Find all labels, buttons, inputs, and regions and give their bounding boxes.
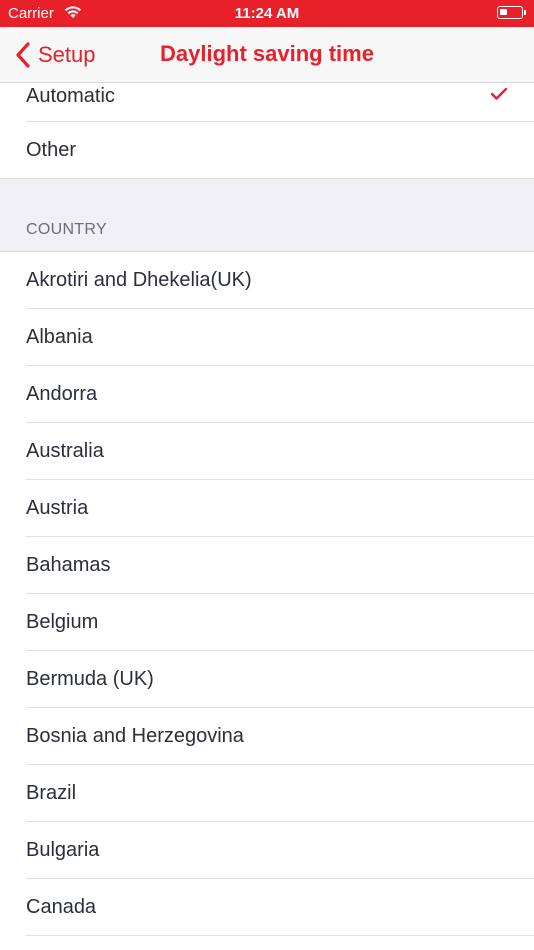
country-row[interactable]: Akrotiri and Dhekelia(UK) bbox=[0, 252, 534, 309]
settings-list: Automatic Other COUNTRY Akrotiri and Dhe… bbox=[0, 83, 534, 936]
option-automatic[interactable]: Automatic bbox=[0, 83, 534, 122]
section-header-label: COUNTRY bbox=[26, 221, 107, 238]
country-label: Albania bbox=[26, 326, 93, 348]
country-row[interactable]: Brazil bbox=[0, 765, 534, 822]
country-label: Canada bbox=[26, 896, 97, 918]
battery-level bbox=[500, 9, 507, 15]
country-label: Austria bbox=[26, 497, 89, 519]
country-row[interactable]: Belgium bbox=[0, 594, 534, 651]
country-label: Akrotiri and Dhekelia(UK) bbox=[26, 269, 252, 291]
row-divider bbox=[26, 935, 534, 936]
country-row[interactable]: Bulgaria bbox=[0, 822, 534, 879]
country-row[interactable]: Bosnia and Herzegovina bbox=[0, 708, 534, 765]
battery-icon bbox=[497, 6, 526, 19]
country-label: Bosnia and Herzegovina bbox=[26, 725, 244, 747]
section-header-country: COUNTRY bbox=[0, 179, 534, 252]
option-label: Other bbox=[26, 139, 77, 161]
option-other[interactable]: Other bbox=[0, 122, 534, 179]
country-label: Bulgaria bbox=[26, 839, 100, 861]
country-row[interactable]: Austria bbox=[0, 480, 534, 537]
option-label: Automatic bbox=[26, 85, 115, 107]
country-label: Andorra bbox=[26, 383, 98, 405]
country-row[interactable]: Andorra bbox=[0, 366, 534, 423]
navigation-bar: Setup Daylight saving time bbox=[0, 27, 534, 83]
page-title: Daylight saving time bbox=[160, 41, 374, 66]
country-row[interactable]: Bahamas bbox=[0, 537, 534, 594]
checkmark-icon bbox=[490, 87, 508, 100]
country-label: Brazil bbox=[26, 782, 77, 804]
country-row[interactable]: Bermuda (UK) bbox=[0, 651, 534, 708]
country-row[interactable]: Canada bbox=[0, 879, 534, 936]
country-label: Australia bbox=[26, 440, 104, 462]
country-label: Bermuda (UK) bbox=[26, 668, 154, 690]
status-bar: Carrier 11:24 AM bbox=[0, 0, 534, 27]
country-row[interactable]: Albania bbox=[0, 309, 534, 366]
status-time: 11:24 AM bbox=[234, 5, 300, 22]
country-row[interactable]: Australia bbox=[0, 423, 534, 480]
country-label: Belgium bbox=[26, 611, 99, 633]
country-label: Bahamas bbox=[26, 554, 111, 576]
